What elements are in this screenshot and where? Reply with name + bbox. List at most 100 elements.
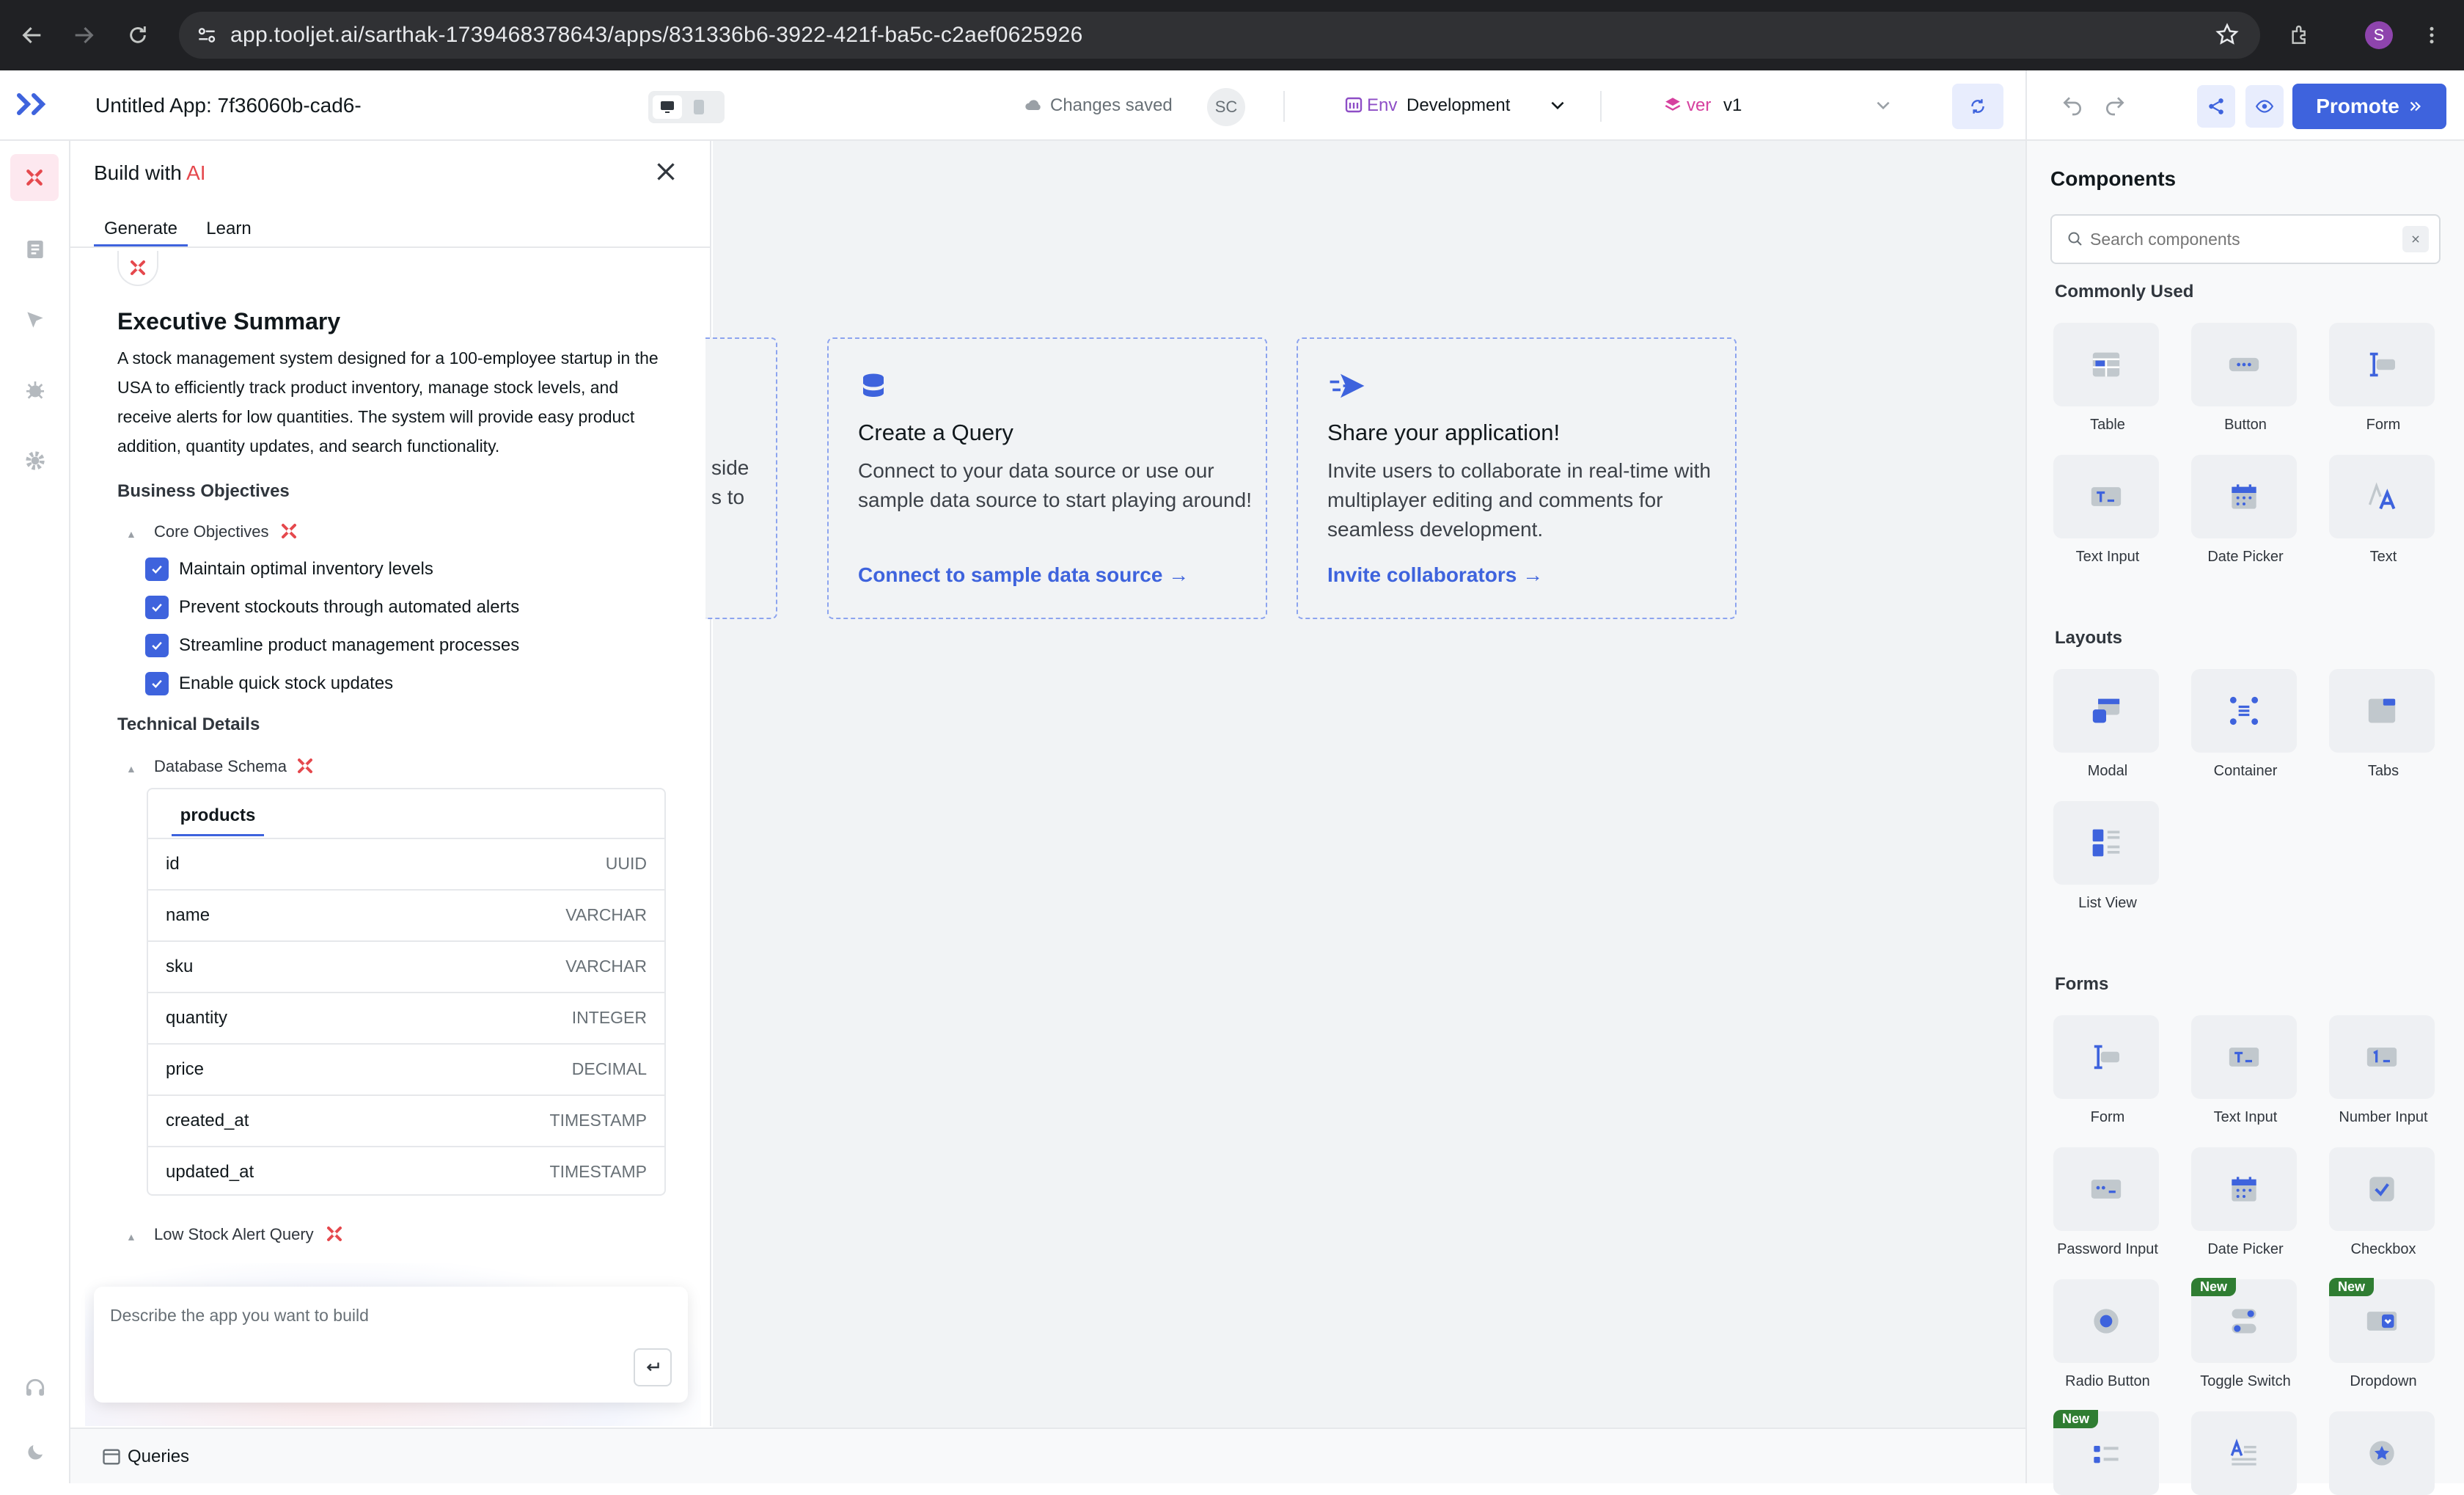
connect-sample-data-link[interactable]: Connect to sample data source → xyxy=(858,563,1189,587)
component-list-view[interactable]: List View xyxy=(2053,801,2162,912)
pages-icon[interactable] xyxy=(18,232,53,267)
component-text-input[interactable]: Text Input xyxy=(2053,455,2162,566)
inspector-cursor-icon[interactable] xyxy=(18,302,53,337)
version-chevron-down-icon[interactable] xyxy=(1873,95,1893,118)
component-tile[interactable] xyxy=(2329,1411,2438,1495)
share-app-card[interactable]: Share your application! Invite users to … xyxy=(1297,337,1737,619)
queries-footer[interactable]: Queries xyxy=(70,1428,2025,1483)
undo-icon[interactable] xyxy=(2061,94,2084,121)
card-title: Create a Query xyxy=(858,420,1013,445)
component-label: Text Input xyxy=(2213,1109,2278,1125)
address-bar[interactable]: app.tooljet.ai/sarthak-1739468378643/app… xyxy=(179,12,2260,59)
objectives-heading: Business Objectives xyxy=(117,481,290,501)
reload-icon[interactable] xyxy=(120,18,155,53)
version-select[interactable]: v1 xyxy=(1723,95,1742,116)
tooljet-logo-icon[interactable] xyxy=(16,91,53,121)
browser-menu-icon[interactable] xyxy=(2414,18,2449,53)
component-form[interactable]: Form xyxy=(2329,323,2438,434)
device-toggle[interactable] xyxy=(648,91,725,123)
table-row: price DECIMAL xyxy=(148,1043,664,1094)
component-label: Form xyxy=(2366,417,2401,433)
search-icon xyxy=(2067,230,2084,252)
component-tile[interactable]: New xyxy=(2053,1410,2162,1495)
number-input-icon xyxy=(2366,1048,2397,1067)
profile-avatar[interactable]: S xyxy=(2361,18,2397,53)
desktop-icon[interactable] xyxy=(653,95,682,119)
redo-icon[interactable] xyxy=(2103,94,2127,121)
collapse-triangle-icon[interactable]: ▲ xyxy=(126,1231,136,1243)
invite-collaborators-link[interactable]: Invite collaborators → xyxy=(1327,563,1543,587)
divider xyxy=(2025,70,2027,141)
component-dropdown[interactable]: New Dropdown xyxy=(2329,1278,2438,1390)
core-objectives-label[interactable]: Core Objectives xyxy=(154,522,269,541)
component-container[interactable]: Container xyxy=(2191,669,2300,780)
component-password-input[interactable]: Password Input xyxy=(2053,1147,2162,1258)
collaborator-avatar[interactable]: SC xyxy=(1207,88,1245,126)
component-radio-button[interactable]: Radio Button xyxy=(2053,1279,2162,1390)
components-title: Components xyxy=(2050,167,2177,190)
close-icon[interactable] xyxy=(653,158,679,189)
partial-card[interactable]: side s to xyxy=(705,337,777,619)
modal-icon xyxy=(2092,698,2120,723)
preview-eye-icon[interactable] xyxy=(2245,85,2284,128)
component-tabs[interactable]: Tabs xyxy=(2329,669,2438,780)
partial-card-text: side xyxy=(711,456,749,479)
ai-sparkle-icon[interactable] xyxy=(10,154,59,201)
search-input[interactable] xyxy=(2090,226,2383,252)
components-search[interactable] xyxy=(2050,214,2441,264)
component-table[interactable]: Table xyxy=(2053,323,2162,434)
mobile-icon[interactable] xyxy=(694,100,704,114)
debugger-bug-icon[interactable] xyxy=(18,373,53,408)
component-modal[interactable]: Modal xyxy=(2053,669,2162,780)
component-label: Date Picker xyxy=(2207,549,2284,565)
objective-checkbox[interactable] xyxy=(145,558,169,581)
component-number-input[interactable]: Number Input xyxy=(2329,1015,2438,1126)
collapse-triangle-icon[interactable]: ▲ xyxy=(126,528,136,540)
forward-arrow-icon[interactable] xyxy=(66,18,101,53)
password-input-icon xyxy=(2091,1180,2122,1199)
component-button[interactable]: Button xyxy=(2191,323,2300,434)
env-select[interactable]: Development xyxy=(1407,95,1510,116)
table-row: quantity INTEGER xyxy=(148,992,664,1043)
back-arrow-icon[interactable] xyxy=(15,18,50,53)
collapse-triangle-icon[interactable]: ▲ xyxy=(126,763,136,775)
component-date-picker[interactable]: Date Picker xyxy=(2191,1147,2300,1258)
tab-learn[interactable]: Learn xyxy=(199,211,258,246)
app-canvas[interactable]: side s to Create a Query Connect to your… xyxy=(705,141,2025,1429)
settings-gear-icon[interactable] xyxy=(18,443,53,478)
share-icon[interactable] xyxy=(2197,85,2235,128)
objective-checkbox[interactable] xyxy=(145,672,169,695)
support-headset-icon[interactable] xyxy=(18,1370,53,1406)
ai-sparkle-icon[interactable] xyxy=(326,1225,343,1246)
tab-generate[interactable]: Generate xyxy=(94,211,188,246)
sync-icon[interactable] xyxy=(1952,84,2003,129)
component-label: Dropdown xyxy=(2350,1373,2417,1389)
promote-button[interactable]: Promote xyxy=(2292,84,2446,129)
table-tab-products[interactable]: products xyxy=(172,797,264,836)
extensions-icon[interactable] xyxy=(2282,18,2317,53)
low-stock-query-label[interactable]: Low Stock Alert Query xyxy=(154,1225,314,1244)
clear-search-icon[interactable] xyxy=(2402,226,2429,252)
component-form[interactable]: Form xyxy=(2053,1015,2162,1126)
enter-icon[interactable] xyxy=(634,1348,672,1386)
component-checkbox[interactable]: Checkbox xyxy=(2329,1147,2438,1258)
component-text-input[interactable]: Text Input xyxy=(2191,1015,2300,1126)
database-schema-label[interactable]: Database Schema xyxy=(154,757,287,776)
objective-checkbox[interactable] xyxy=(145,596,169,619)
component-tile[interactable] xyxy=(2191,1411,2300,1495)
app-header: Untitled App: 7f36060b-cad6- Changes sav… xyxy=(0,70,2464,141)
site-settings-icon[interactable] xyxy=(195,23,219,51)
objective-checkbox[interactable] xyxy=(145,634,169,657)
component-toggle-switch[interactable]: New Toggle Switch xyxy=(2191,1278,2300,1390)
ai-sparkle-icon[interactable] xyxy=(296,757,314,778)
form-icon xyxy=(2369,352,2395,377)
create-query-card[interactable]: Create a Query Connect to your data sour… xyxy=(827,337,1267,619)
bookmark-star-icon[interactable] xyxy=(2215,22,2240,51)
app-name[interactable]: Untitled App: 7f36060b-cad6- xyxy=(95,94,362,117)
dark-mode-moon-icon[interactable] xyxy=(18,1435,53,1470)
prompt-box[interactable]: Describe the app you want to build xyxy=(94,1287,688,1403)
ai-sparkle-icon[interactable] xyxy=(280,522,298,544)
component-text[interactable]: Text xyxy=(2329,455,2438,566)
env-chevron-down-icon[interactable] xyxy=(1547,95,1568,118)
component-date-picker[interactable]: Date Picker xyxy=(2191,455,2300,566)
